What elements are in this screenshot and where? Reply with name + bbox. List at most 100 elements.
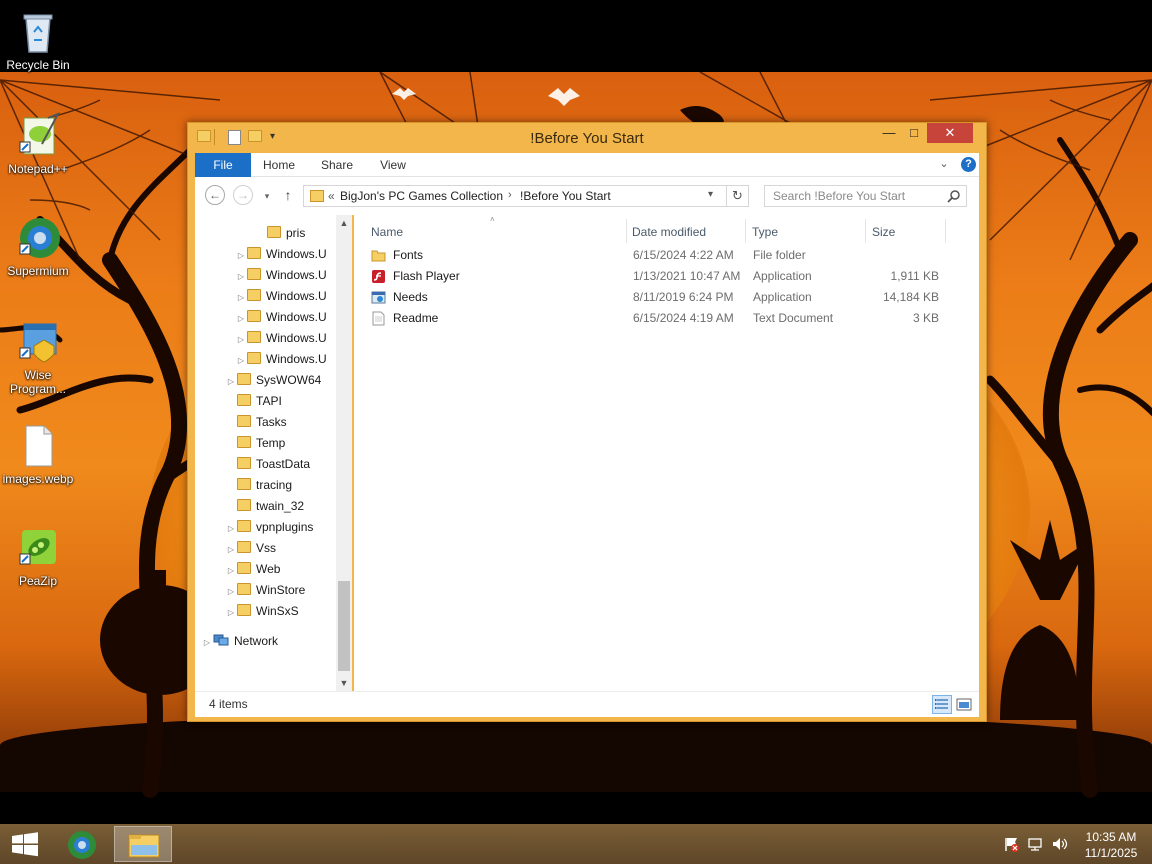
- file-row[interactable]: Flash Player 1/13/2021 10:47 AM Applicatio…: [364, 266, 964, 287]
- scroll-down-arrow-icon[interactable]: ▼: [336, 675, 352, 691]
- expand-arrow-icon[interactable]: ▷: [235, 287, 247, 308]
- expand-arrow-icon[interactable]: ▷: [235, 308, 247, 329]
- desktop-icon-wise-program[interactable]: Wise Program...: [0, 318, 76, 396]
- expand-arrow-icon[interactable]: ▷: [235, 350, 247, 371]
- tree-item-network[interactable]: ▷ Network: [201, 631, 278, 652]
- address-overflow-chevron[interactable]: «: [328, 189, 335, 203]
- volume-icon[interactable]: [1051, 836, 1069, 852]
- folder-icon: [237, 457, 251, 469]
- tree-item[interactable]: ▷ Windows.U: [235, 328, 327, 349]
- windows-logo-icon: [12, 832, 38, 857]
- scroll-up-arrow-icon[interactable]: ▲: [336, 215, 352, 231]
- folder-icon: [237, 562, 251, 574]
- expand-arrow-icon[interactable]: ▷: [225, 602, 237, 623]
- tree-item[interactable]: ▷ WinSxS: [225, 601, 299, 622]
- up-arrow-icon[interactable]: ↑: [281, 187, 295, 203]
- tree-item[interactable]: tracing: [225, 475, 292, 496]
- tree-item[interactable]: ▷ Windows.U: [235, 244, 327, 265]
- folder-icon: [237, 373, 251, 385]
- minimize-button[interactable]: —: [877, 123, 901, 143]
- forward-button[interactable]: →: [233, 185, 253, 205]
- file-date-modified: 8/11/2019 6:24 PM: [633, 290, 734, 304]
- tree-item[interactable]: ▷ vpnplugins: [225, 517, 313, 538]
- details-view-button[interactable]: [932, 695, 952, 714]
- file-row[interactable]: Readme 6/15/2024 4:19 AM Text Document 3 KB: [364, 308, 964, 329]
- large-icons-view-button[interactable]: [955, 696, 973, 713]
- tree-item[interactable]: ▷ Windows.U: [235, 307, 327, 328]
- scroll-thumb[interactable]: [338, 581, 350, 671]
- file-name: Readme: [393, 311, 439, 325]
- file-row[interactable]: Fonts 6/15/2024 4:22 AM File folder: [364, 245, 964, 266]
- tree-item[interactable]: ▷ WinStore: [225, 580, 305, 601]
- tree-item[interactable]: ▷ SysWOW64: [225, 370, 321, 391]
- address-bar[interactable]: « BigJon's PC Games Collection › !Before…: [303, 185, 727, 207]
- file-row[interactable]: Needs 8/11/2019 6:24 PM Application 14,184 …: [364, 287, 964, 308]
- desktop-icon-recycle-bin[interactable]: Recycle Bin: [0, 8, 76, 72]
- expand-arrow-icon[interactable]: ▷: [225, 539, 237, 560]
- notepad-plus-plus-icon: [14, 112, 62, 160]
- expand-arrow-icon[interactable]: ▷: [235, 266, 247, 287]
- tree-item[interactable]: twain_32: [225, 496, 304, 517]
- tree-item[interactable]: Tasks: [225, 412, 287, 433]
- desktop-icon-peazip[interactable]: PeaZip: [0, 524, 76, 588]
- tab-home[interactable]: Home: [253, 153, 305, 177]
- expand-arrow-icon[interactable]: ▷: [225, 518, 237, 539]
- column-header-type[interactable]: Type: [752, 222, 778, 242]
- image-file-icon: [14, 422, 62, 470]
- expand-arrow-icon[interactable]: ▷: [225, 371, 237, 392]
- taskbar-file-explorer[interactable]: [114, 826, 172, 862]
- breadcrumb-separator[interactable]: ›: [508, 189, 512, 201]
- file-name: Flash Player: [393, 269, 460, 283]
- tree-item[interactable]: ▷ Windows.U: [235, 349, 327, 370]
- tree-item[interactable]: ▷ Web: [225, 559, 280, 580]
- file-type: Text Document: [753, 311, 834, 325]
- start-button[interactable]: [0, 824, 50, 864]
- tree-item[interactable]: ▷ Windows.U: [235, 286, 327, 307]
- action-center-flag-icon[interactable]: [1003, 836, 1019, 852]
- tab-view[interactable]: View: [367, 153, 419, 177]
- close-button[interactable]: ✕: [927, 123, 973, 143]
- column-header-name[interactable]: Name: [371, 222, 403, 242]
- search-icon[interactable]: [947, 189, 961, 203]
- tree-item[interactable]: pris: [255, 223, 305, 244]
- desktop-icon-images-webp[interactable]: images.webp: [0, 422, 76, 486]
- expand-arrow-icon[interactable]: ▷: [201, 632, 213, 653]
- maximize-button[interactable]: □: [902, 123, 926, 143]
- file-list-pane: Name ˄ Date modified Type Size Fonts 6/15…: [354, 215, 979, 691]
- tree-item[interactable]: TAPI: [225, 391, 282, 412]
- clock-time[interactable]: 10:35 AM: [1082, 830, 1140, 844]
- breadcrumb-before-you-start[interactable]: !Before You Start: [520, 189, 611, 203]
- address-dropdown-icon[interactable]: ▾: [708, 189, 713, 200]
- network-status-icon[interactable]: [1027, 836, 1043, 852]
- recent-locations-chevron-icon[interactable]: ▾: [261, 187, 273, 201]
- expand-ribbon-chevron-icon[interactable]: ⌄: [937, 157, 951, 171]
- expand-arrow-icon[interactable]: ▷: [235, 329, 247, 350]
- desktop-icon-supermium[interactable]: Supermium: [0, 214, 76, 278]
- file-type: File folder: [753, 248, 806, 262]
- tab-share[interactable]: Share: [311, 153, 363, 177]
- clock-date[interactable]: 11/1/2025: [1082, 846, 1140, 860]
- expand-arrow-icon[interactable]: ▷: [235, 245, 247, 266]
- expand-arrow-icon[interactable]: ▷: [225, 581, 237, 602]
- window-title: !Before You Start: [530, 130, 644, 147]
- refresh-button[interactable]: ↻: [727, 185, 749, 207]
- desktop-icon-notepad-plus-plus[interactable]: Notepad++: [0, 112, 76, 176]
- tree-item-label: pris: [286, 226, 306, 240]
- column-header-size[interactable]: Size: [872, 222, 895, 242]
- back-button[interactable]: ←: [205, 185, 225, 205]
- tab-file[interactable]: File: [195, 153, 251, 177]
- nav-pane-scrollbar[interactable]: ▲ ▼: [336, 215, 352, 691]
- search-input[interactable]: [765, 186, 945, 206]
- taskbar-supermium[interactable]: [56, 826, 114, 862]
- network-icon: [213, 633, 229, 646]
- tree-item[interactable]: ToastData: [225, 454, 310, 475]
- expand-arrow-icon[interactable]: ▷: [225, 560, 237, 581]
- column-header-date-modified[interactable]: Date modified: [632, 222, 706, 242]
- tree-item[interactable]: Temp: [225, 433, 285, 454]
- title-bar[interactable]: ▾ !Before You Start — □ ✕: [188, 123, 986, 153]
- help-icon[interactable]: ?: [961, 157, 976, 172]
- tree-item[interactable]: ▷ Windows.U: [235, 265, 327, 286]
- tree-item[interactable]: ▷ Vss: [225, 538, 276, 559]
- breadcrumb-games-collection[interactable]: BigJon's PC Games Collection: [340, 189, 503, 203]
- search-box[interactable]: [764, 185, 967, 207]
